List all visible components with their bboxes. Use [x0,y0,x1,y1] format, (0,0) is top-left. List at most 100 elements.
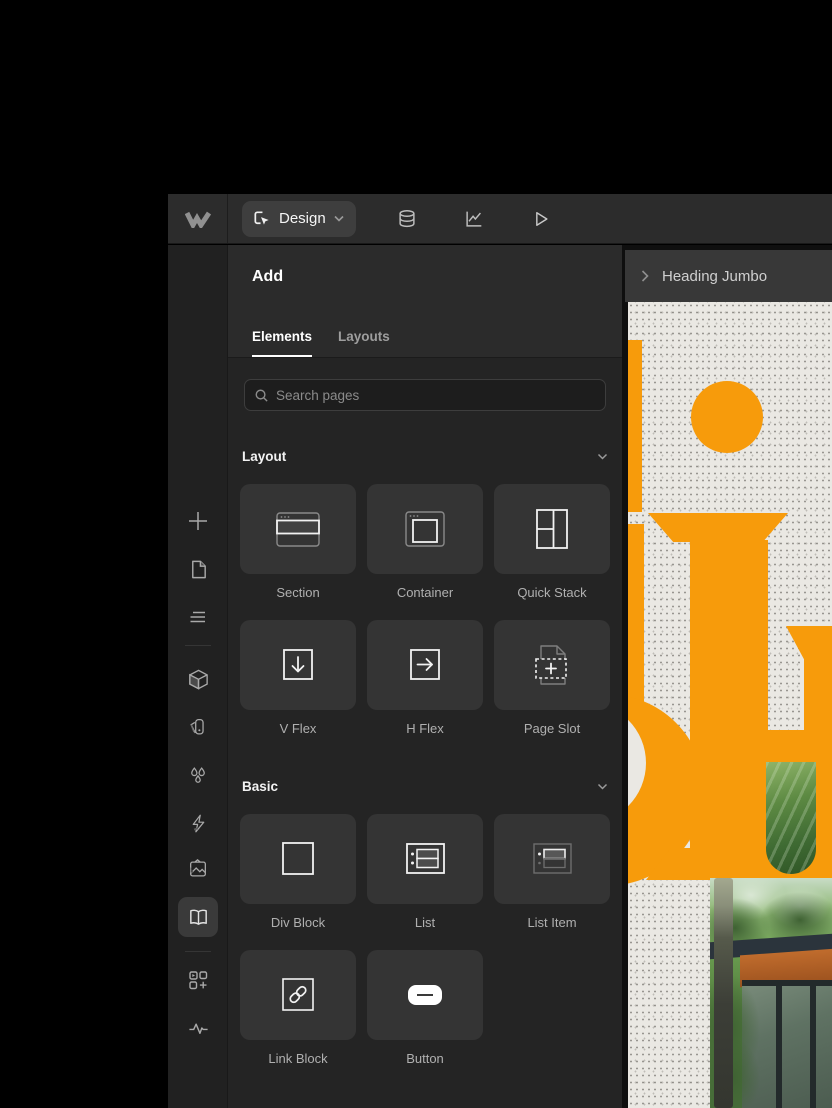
components-icon[interactable] [186,667,210,691]
element-item-list: List [367,814,483,930]
section-icon [268,499,328,559]
section-header-layout[interactable]: Layout [242,449,608,464]
element-item-div-block: Div Block [240,814,356,930]
variables-icon[interactable] [186,763,210,787]
container-icon [395,499,455,559]
tab-elements[interactable]: Elements [252,329,312,357]
element-item-list-item: List Item [494,814,610,930]
toolbar-divider [185,645,211,646]
panel-title: Add [252,268,283,286]
element-label: Page Slot [524,721,580,736]
design-mode-button[interactable]: Design [242,201,356,237]
breadcrumb[interactable]: Heading Jumbo [625,250,832,302]
element-item-container: Container [367,484,483,600]
search-field[interactable] [244,379,606,411]
breadcrumb-label: Heading Jumbo [662,268,767,285]
apps-icon[interactable] [186,968,210,992]
element-card-container[interactable] [367,484,483,574]
element-label: V Flex [280,721,317,736]
letter-stem-left-top [628,340,642,512]
element-label: List Item [527,915,576,930]
search-icon [254,388,269,403]
basic-elements-grid: Div Block List [240,814,610,1066]
top-bar: Design [168,194,832,244]
element-card-page-slot[interactable] [494,620,610,710]
interactions-icon[interactable] [186,811,210,835]
letter-i-top-serif [648,513,788,542]
webflow-logo-icon [185,210,211,228]
tab-layouts[interactable]: Layouts [338,329,390,357]
add-panel-header: Add Elements Layouts [228,245,622,358]
element-label: H Flex [406,721,444,736]
assets-icon[interactable] [186,857,210,881]
section-header-basic[interactable]: Basic [242,779,608,794]
letter-i-stem [690,540,768,850]
add-icon[interactable] [186,509,210,533]
chevron-right-icon [641,270,649,282]
page-slot-icon [522,635,582,695]
element-item-v-flex: V Flex [240,620,356,736]
div-block-icon [268,829,328,889]
pages-icon[interactable] [186,557,210,581]
element-label: Quick Stack [517,585,586,600]
chevron-down-icon [597,783,608,790]
left-toolbar [168,245,228,1108]
site-activity-icon[interactable] [186,1016,210,1040]
element-card-v-flex[interactable] [240,620,356,710]
element-label: Container [397,585,453,600]
top-bar-icons [390,202,558,236]
libraries-icon[interactable] [178,897,218,937]
cms-database-icon[interactable] [390,202,424,236]
element-card-link-block[interactable] [240,950,356,1040]
element-label: Div Block [271,915,325,930]
element-card-button[interactable] [367,950,483,1040]
screenshot-stage: Design [0,0,832,1108]
quick-stack-icon [522,499,582,559]
search-input[interactable] [276,388,596,403]
list-item-icon [522,829,582,889]
element-card-div-block[interactable] [240,814,356,904]
element-card-list-item[interactable] [494,814,610,904]
h-flex-icon [395,635,455,695]
style-swatch-icon[interactable] [186,715,210,739]
navigator-icon[interactable] [186,605,210,629]
design-cursor-icon [252,209,271,228]
element-card-section[interactable] [240,484,356,574]
letter-i-dot [691,381,763,453]
element-label: Button [406,1051,444,1066]
element-item-quick-stack: Quick Stack [494,484,610,600]
webflow-logo[interactable] [168,194,228,243]
design-mode-label: Design [279,210,326,227]
element-card-list[interactable] [367,814,483,904]
preview-play-icon[interactable] [524,202,558,236]
add-panel-body: Layout Section [228,358,622,1108]
section-title: Basic [242,779,278,794]
list-icon [395,829,455,889]
palm-photo-cutout [766,762,816,874]
section-title: Layout [242,449,286,464]
element-label: Section [276,585,319,600]
add-panel: Add Elements Layouts Layout [228,245,622,1108]
element-card-h-flex[interactable] [367,620,483,710]
analytics-chart-icon[interactable] [457,202,491,236]
element-item-link-block: Link Block [240,950,356,1066]
link-block-icon [268,965,328,1025]
element-item-page-slot: Page Slot [494,620,610,736]
v-flex-icon [268,635,328,695]
element-label: Link Block [268,1051,327,1066]
toolbar-divider [185,951,211,952]
layout-elements-grid: Section Container [240,484,610,736]
element-item-section: Section [240,484,356,600]
palm-trunk [714,878,733,1108]
chevron-down-icon [334,215,344,222]
element-sections: Layout Section [228,449,622,1066]
element-item-h-flex: H Flex [367,620,483,736]
canvas-artwork[interactable] [628,302,832,1108]
chevron-down-icon [597,453,608,460]
canvas-area: Heading Jumbo [622,245,832,1108]
element-card-quick-stack[interactable] [494,484,610,574]
panel-tabs: Elements Layouts [252,329,390,357]
house-photo [710,878,832,1108]
button-icon [395,965,455,1025]
element-label: List [415,915,435,930]
